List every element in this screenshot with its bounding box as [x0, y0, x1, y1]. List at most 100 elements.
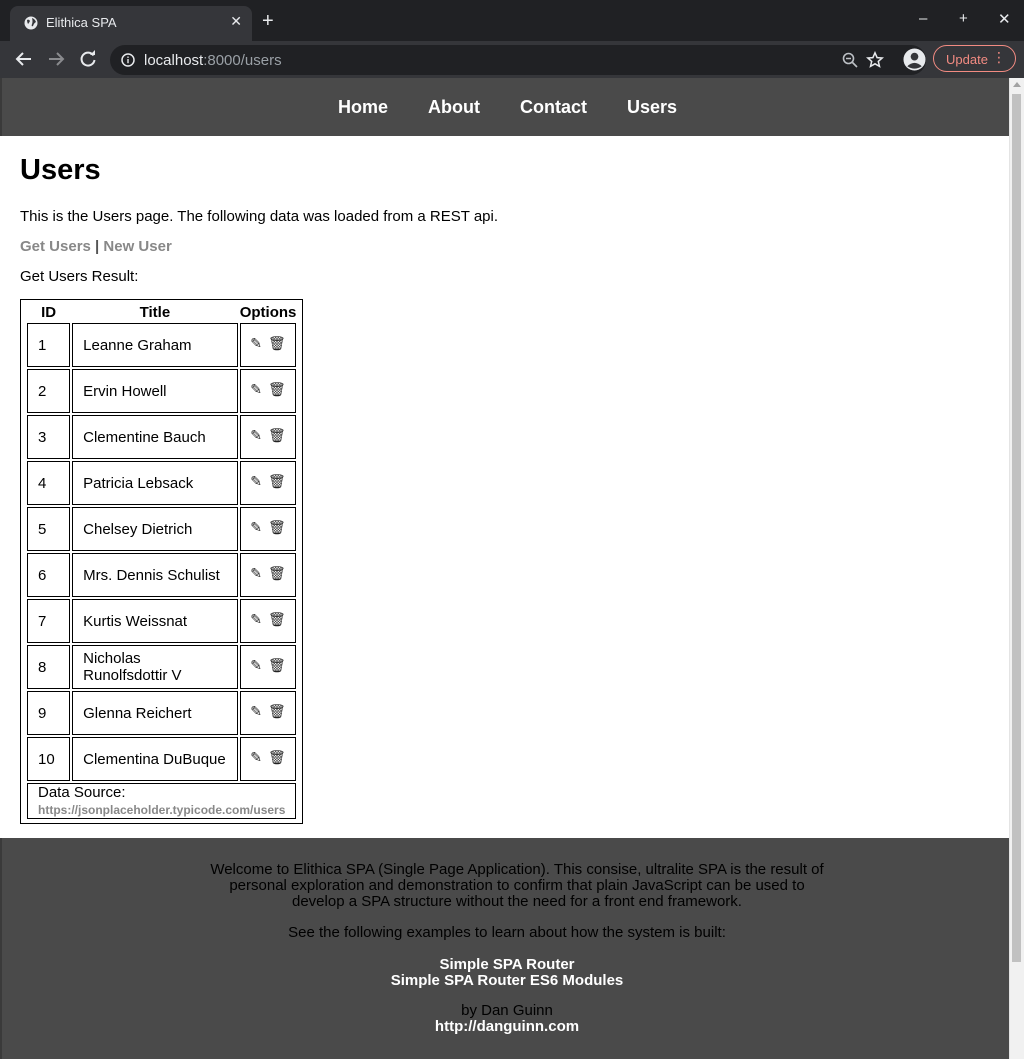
edit-icon[interactable]: ✎ — [250, 749, 262, 766]
cell-id: 10 — [27, 737, 71, 781]
edit-icon[interactable]: ✎ — [250, 657, 262, 674]
cell-id: 4 — [27, 461, 71, 505]
header-title: Title — [139, 304, 171, 321]
cell-id: 1 — [27, 323, 71, 367]
table-row: 1 Leanne Graham ✎ 🗑 — [27, 323, 297, 367]
table-row: 2 Ervin Howell ✎ 🗑 — [27, 369, 297, 413]
footer-link-spa-router-es6[interactable]: Simple SPA Router ES6 Modules — [2, 972, 1012, 989]
header-id: ID — [41, 304, 57, 321]
edit-icon[interactable]: ✎ — [250, 519, 262, 536]
cell-name: Patricia Lebsack — [72, 461, 238, 505]
data-source-label: Data Source: — [38, 784, 126, 801]
url-text[interactable]: localhost:8000/users — [144, 52, 282, 69]
menu-dots-icon[interactable]: ⋮ — [992, 50, 1006, 64]
edit-icon[interactable]: ✎ — [250, 565, 262, 582]
edit-icon[interactable]: ✎ — [250, 611, 262, 628]
trash-icon[interactable]: 🗑 — [268, 657, 286, 674]
update-label: Update — [946, 52, 988, 67]
cell-name: Ervin Howell — [72, 369, 238, 413]
edit-icon[interactable]: ✎ — [250, 335, 262, 352]
cell-name: Glenna Reichert — [72, 691, 238, 735]
site-footer: Welcome to Elithica SPA (Single Page App… — [0, 838, 1010, 1059]
data-source-link[interactable]: https://jsonplaceholder.typicode.com/use… — [38, 803, 285, 817]
scroll-thumb[interactable] — [1012, 94, 1021, 962]
scroll-up-arrow-icon[interactable] — [1013, 82, 1021, 87]
trash-icon[interactable]: 🗑 — [268, 335, 286, 352]
site-nav: Home About Contact Users — [0, 78, 1010, 136]
new-tab-button[interactable]: + — [262, 11, 274, 31]
tab-title: Elithica SPA — [46, 15, 117, 30]
window-minimize-button[interactable]: – — [919, 10, 927, 27]
star-icon[interactable] — [866, 51, 884, 69]
table-header-row: ID Title Options — [27, 304, 296, 321]
cell-options: ✎ 🗑 — [239, 415, 297, 459]
cell-name: Kurtis Weissnat — [72, 599, 238, 643]
vertical-scrollbar[interactable] — [1009, 78, 1024, 1059]
cell-id: 8 — [27, 645, 71, 689]
link-separator: | — [95, 238, 100, 255]
nav-link-about[interactable]: About — [428, 97, 480, 118]
trash-icon[interactable]: 🗑 — [268, 473, 286, 490]
footer-examples-text: See the following examples to learn abou… — [288, 924, 726, 941]
get-users-link[interactable]: Get Users — [20, 238, 91, 255]
cell-options: ✎ 🗑 — [239, 645, 297, 689]
nav-link-contact[interactable]: Contact — [520, 97, 587, 118]
trash-icon[interactable]: 🗑 — [268, 749, 286, 766]
forward-arrow-icon[interactable] — [46, 49, 66, 69]
cell-options: ✎ 🗑 — [239, 553, 297, 597]
cell-id: 3 — [27, 415, 71, 459]
cell-options: ✎ 🗑 — [239, 507, 297, 551]
nav-link-users[interactable]: Users — [627, 97, 677, 118]
header-options: Options — [239, 304, 297, 321]
table-row: 5 Chelsey Dietrich ✎ 🗑 — [27, 507, 297, 551]
browser-tab-bar: Elithica SPA ✕ + – + ✕ — [0, 0, 1024, 41]
account-icon[interactable] — [903, 48, 926, 71]
footer-site-link[interactable]: http://danguinn.com — [2, 1018, 1012, 1035]
window-close-button[interactable]: ✕ — [998, 10, 1011, 28]
globe-icon — [24, 16, 38, 30]
cell-name: Chelsey Dietrich — [72, 507, 238, 551]
result-label: Get Users Result: — [20, 268, 139, 285]
trash-icon[interactable]: 🗑 — [268, 611, 286, 628]
trash-icon[interactable]: 🗑 — [268, 565, 286, 582]
update-button[interactable]: Update ⋮ — [933, 45, 1016, 72]
back-arrow-icon[interactable] — [14, 49, 34, 69]
footer-author: by Dan Guinn — [461, 1002, 553, 1019]
table-row: 7 Kurtis Weissnat ✎ 🗑 — [27, 599, 297, 643]
info-icon[interactable] — [121, 53, 135, 67]
cell-options: ✎ 🗑 — [239, 691, 297, 735]
window-maximize-button[interactable]: + — [959, 10, 968, 27]
zoom-icon[interactable] — [842, 52, 858, 68]
cell-options: ✎ 🗑 — [239, 323, 297, 367]
cell-options: ✎ 🗑 — [239, 461, 297, 505]
nav-link-home[interactable]: Home — [338, 97, 388, 118]
edit-icon[interactable]: ✎ — [250, 473, 262, 490]
table-row: 6 Mrs. Dennis Schulist ✎ 🗑 — [27, 553, 297, 597]
edit-icon[interactable]: ✎ — [250, 703, 262, 720]
cell-name: Clementine Bauch — [72, 415, 238, 459]
table-row: 10 Clementina DuBuque ✎ 🗑 — [27, 737, 297, 781]
cell-options: ✎ 🗑 — [239, 599, 297, 643]
cell-id: 5 — [27, 507, 71, 551]
trash-icon[interactable]: 🗑 — [268, 703, 286, 720]
cell-name: Leanne Graham — [72, 323, 238, 367]
new-user-link[interactable]: New User — [103, 238, 171, 255]
reload-icon[interactable] — [78, 49, 98, 69]
edit-icon[interactable]: ✎ — [250, 381, 262, 398]
edit-icon[interactable]: ✎ — [250, 427, 262, 444]
page: Home About Contact Users Users This is t… — [0, 78, 1010, 1059]
tab-close-icon[interactable]: ✕ — [230, 13, 242, 30]
cell-id: 9 — [27, 691, 71, 735]
address-bar[interactable]: localhost:8000/users — [110, 45, 926, 75]
footer-link-spa-router[interactable]: Simple SPA Router — [2, 956, 1012, 973]
cell-id: 7 — [27, 599, 71, 643]
page-viewport: Home About Contact Users Users This is t… — [0, 78, 1024, 1059]
trash-icon[interactable]: 🗑 — [268, 381, 286, 398]
data-source-row: Data Source: https://jsonplaceholder.typ… — [27, 783, 297, 819]
url-host: localhost — [144, 52, 204, 69]
url-path: :8000/users — [203, 52, 282, 69]
page-title: Users — [20, 154, 101, 186]
trash-icon[interactable]: 🗑 — [268, 427, 286, 444]
trash-icon[interactable]: 🗑 — [268, 519, 286, 536]
browser-tab[interactable]: Elithica SPA ✕ — [10, 6, 252, 41]
